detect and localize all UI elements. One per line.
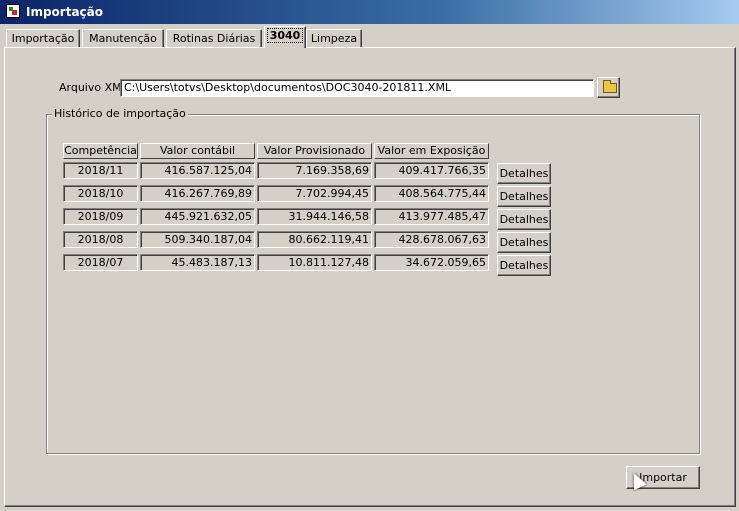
detalhes-button[interactable]: Detalhes [497,186,551,207]
tab-importacao[interactable]: Importação [6,29,80,47]
tab-limpeza[interactable]: Limpeza [306,29,362,47]
folder-icon [603,80,617,93]
cell-valor-exposicao: 428.678.067,63 [374,231,489,248]
cell-competencia: 2018/10 [63,185,138,202]
xml-file-path-input[interactable]: C:\Users\totvs\Desktop\documentos\DOC304… [120,79,594,97]
tab-label: Importação [11,32,75,45]
cell-valor-provisionado: 80.662.119,41 [257,231,372,248]
cell-competencia: 2018/09 [63,208,138,225]
import-history-title: Histórico de importação [52,107,188,120]
cell-valor-contabil: 416.267.769,89 [140,185,255,202]
xml-file-label: Arquivo XML [59,81,128,94]
title-bar[interactable]: Importação [0,0,739,24]
detalhes-button[interactable]: Detalhes [497,232,551,253]
detalhes-button[interactable]: Detalhes [497,163,551,184]
cell-valor-provisionado: 10.811.127,48 [257,254,372,271]
cell-competencia: 2018/11 [63,162,138,179]
tab-rotinas-diarias[interactable]: Rotinas Diárias [166,29,262,47]
cell-valor-provisionado: 31.944.146,58 [257,208,372,225]
cell-valor-provisionado: 7.169.358,69 [257,162,372,179]
cell-valor-exposicao: 408.564.775,44 [374,185,489,202]
cell-valor-exposicao: 409.417.766,35 [374,162,489,179]
window-title: Importação [26,5,104,19]
tab-label: Manutenção [89,32,157,45]
app-icon [6,4,20,18]
detalhes-button[interactable]: Detalhes [497,255,551,276]
column-header-valor-provisionado: Valor Provisionado [257,143,372,159]
cell-valor-contabil: 445.921.632,05 [140,208,255,225]
browse-button[interactable] [597,77,620,98]
tab-label: 3040 [266,28,304,43]
detalhes-button[interactable]: Detalhes [497,209,551,230]
cell-competencia: 2018/08 [63,231,138,248]
cell-valor-contabil: 45.483.187,13 [140,254,255,271]
tab-3040[interactable]: 3040 [264,26,306,48]
cell-valor-exposicao: 413.977.485,47 [374,208,489,225]
cell-valor-provisionado: 7.702.994,45 [257,185,372,202]
cell-valor-exposicao: 34.672.059,65 [374,254,489,271]
tab-label: Rotinas Diárias [172,32,256,45]
column-header-valor-contabil: Valor contábil [140,143,255,159]
cell-competencia: 2018/07 [63,254,138,271]
cell-valor-contabil: 416.587.125,04 [140,162,255,179]
tab-label: Limpeza [310,32,358,45]
column-header-competencia: Competência [63,143,138,159]
tab-manutencao[interactable]: Manutenção [82,29,164,47]
column-header-valor-exposicao: Valor em Exposição [374,143,489,159]
cell-valor-contabil: 509.340.187,04 [140,231,255,248]
